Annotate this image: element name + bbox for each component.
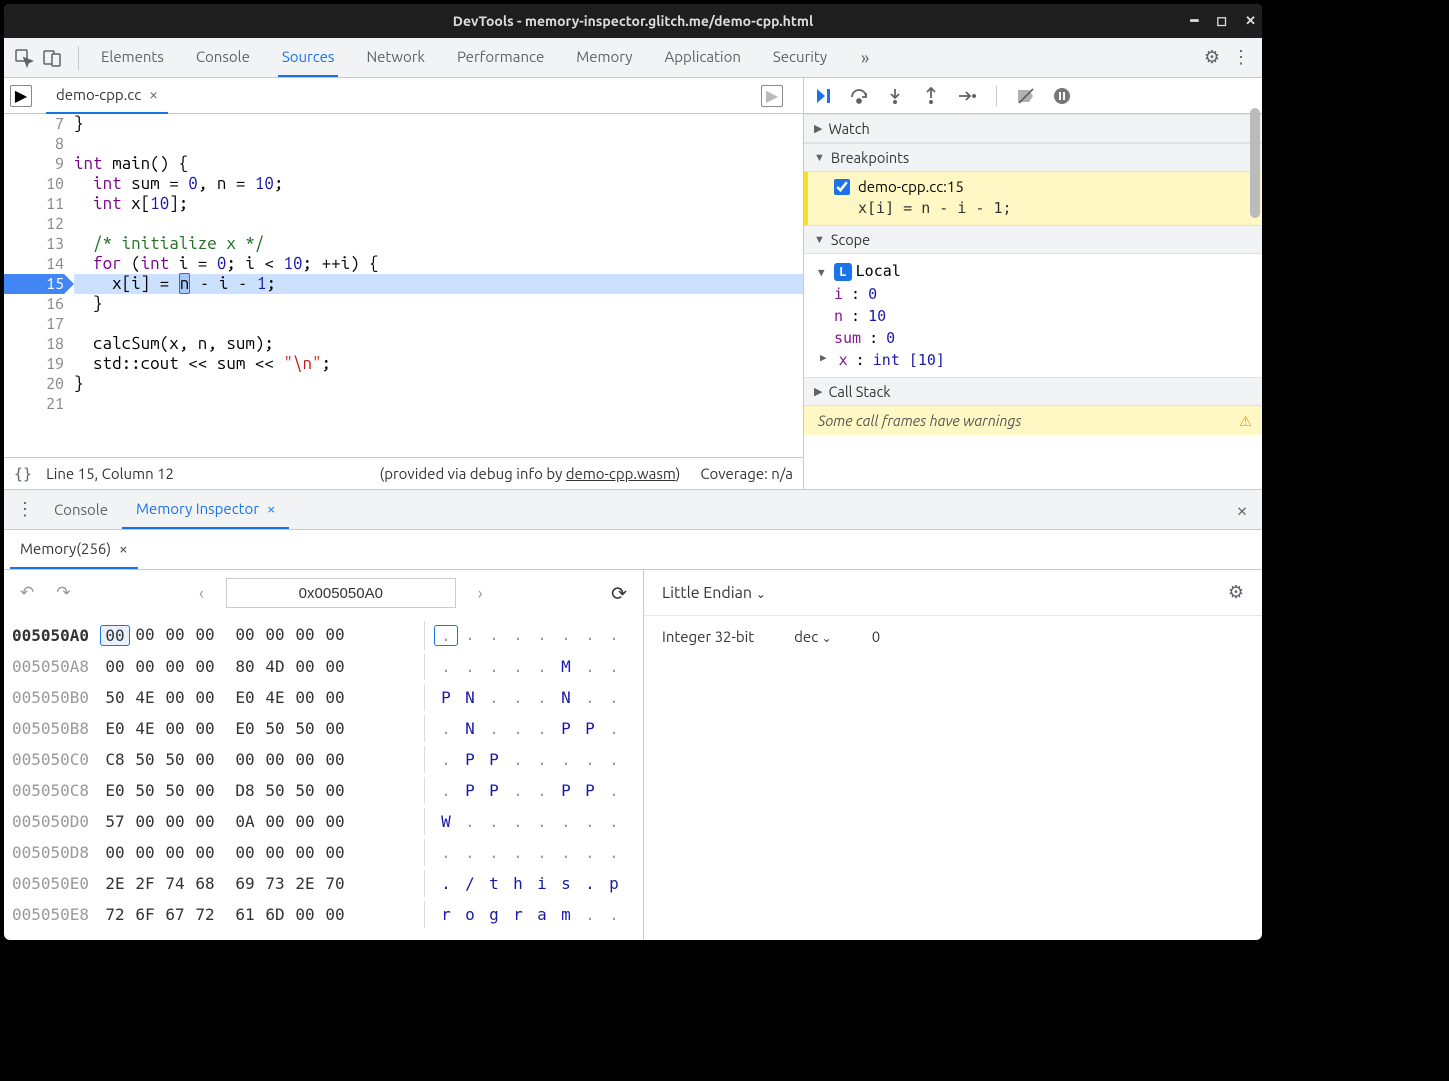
- callstack-warning: Some call frames have warnings ⚠: [804, 406, 1262, 435]
- file-tab[interactable]: demo-cpp.cc ×: [46, 78, 168, 114]
- undo-icon[interactable]: ↶: [14, 579, 40, 607]
- panel-tab-network[interactable]: Network: [362, 38, 429, 77]
- value-settings-icon[interactable]: ⚙: [1228, 582, 1244, 603]
- panel-tab-security[interactable]: Security: [769, 38, 831, 77]
- memory-tab[interactable]: Memory(256) ×: [10, 530, 138, 569]
- close-icon[interactable]: ✕: [1245, 14, 1256, 29]
- minimize-icon[interactable]: ━: [1190, 14, 1198, 29]
- redo-icon[interactable]: ↷: [50, 579, 76, 607]
- breakpoint-item[interactable]: demo-cpp.cc:15 x[i] = n - i - 1;: [804, 172, 1262, 225]
- panel-tab-performance[interactable]: Performance: [453, 38, 548, 77]
- int-type-label: Integer 32-bit: [662, 628, 754, 645]
- step-out-icon[interactable]: [920, 85, 942, 107]
- endian-select[interactable]: Little Endian ⌄: [662, 584, 766, 602]
- panel-tab-console[interactable]: Console: [192, 38, 254, 77]
- settings-icon[interactable]: ⚙: [1198, 44, 1226, 72]
- step-into-icon[interactable]: [884, 85, 906, 107]
- scope-var[interactable]: ▶x: int [10]: [818, 349, 1252, 371]
- panel-tab-elements[interactable]: Elements: [97, 38, 168, 77]
- panel-tabs: Elements Console Sources Network Performance…: [91, 38, 831, 77]
- refresh-icon[interactable]: ⟳: [605, 578, 633, 609]
- breakpoint-checkbox[interactable]: [834, 179, 850, 195]
- inspect-element-icon[interactable]: [10, 44, 38, 72]
- int-format-select[interactable]: dec ⌄: [794, 628, 832, 645]
- line-gutter[interactable]: 789101112131415161718192021: [4, 114, 74, 457]
- address-input[interactable]: [226, 578, 456, 608]
- scope-var[interactable]: i: 0: [818, 283, 1252, 305]
- hex-dump[interactable]: 005050A00000000000000000........005050A8…: [4, 616, 643, 940]
- window-title: DevTools - memory-inspector.glitch.me/de…: [453, 13, 813, 29]
- prev-page-icon[interactable]: ‹: [193, 580, 210, 607]
- next-page-icon[interactable]: ›: [472, 580, 489, 607]
- step-icon[interactable]: [956, 85, 978, 107]
- coverage-label: Coverage: n/a: [700, 465, 793, 482]
- drawer-tab-console[interactable]: Console: [40, 491, 122, 528]
- wasm-link[interactable]: demo-cpp.wasm: [566, 465, 676, 482]
- overflow-icon[interactable]: »: [851, 44, 879, 72]
- scope-var[interactable]: sum: 0: [818, 327, 1252, 349]
- panel-tab-sources[interactable]: Sources: [278, 38, 339, 77]
- drawer-close-icon[interactable]: ×: [1228, 496, 1256, 524]
- source-status: {} Line 15, Column 12 (provided via debu…: [4, 457, 803, 489]
- drawer-menu-icon[interactable]: ⋮: [10, 499, 40, 520]
- int-value: 0: [872, 628, 880, 645]
- drawer-tab-memory-inspector[interactable]: Memory Inspector ×: [122, 490, 289, 529]
- deactivate-breakpoints-icon[interactable]: [1015, 85, 1037, 107]
- scope-section[interactable]: ▼Scope: [804, 225, 1262, 254]
- titlebar: DevTools - memory-inspector.glitch.me/de…: [4, 4, 1262, 38]
- scope-body: ▼ LLocal i: 0n: 10sum: 0▶x: int [10]: [804, 254, 1262, 377]
- debug-pane: ▶Watch ▼Breakpoints demo-cpp.cc:15 x[i] …: [804, 78, 1262, 489]
- scope-var[interactable]: n: 10: [818, 305, 1252, 327]
- cursor-position: Line 15, Column 12: [46, 465, 174, 482]
- panel-tab-memory[interactable]: Memory: [572, 38, 636, 77]
- panel-tab-application[interactable]: Application: [661, 38, 745, 77]
- scrollbar[interactable]: [1250, 78, 1260, 489]
- close-icon[interactable]: ×: [267, 500, 275, 517]
- pause-exceptions-icon[interactable]: [1051, 85, 1073, 107]
- step-over-icon[interactable]: [848, 85, 870, 107]
- watch-section[interactable]: ▶Watch: [804, 114, 1262, 143]
- close-tab-icon[interactable]: ×: [149, 86, 158, 104]
- snippet-run-icon[interactable]: ▶: [761, 85, 783, 107]
- main-toolbar: Elements Console Sources Network Performance…: [4, 38, 1262, 78]
- resume-icon[interactable]: [812, 85, 834, 107]
- callstack-section[interactable]: ▶Call Stack: [804, 377, 1262, 406]
- more-menu-icon[interactable]: ⋮: [1226, 47, 1256, 68]
- code-area[interactable]: }int main() { int sum = 0, n = 10; int x…: [74, 114, 803, 457]
- navigator-toggle-icon[interactable]: ▶: [10, 85, 32, 107]
- breakpoints-section[interactable]: ▼Breakpoints: [804, 143, 1262, 172]
- close-icon[interactable]: ×: [119, 540, 127, 557]
- device-toggle-icon[interactable]: [38, 44, 66, 72]
- file-tab-label: demo-cpp.cc: [56, 86, 141, 103]
- maximize-icon[interactable]: ◻: [1216, 14, 1227, 29]
